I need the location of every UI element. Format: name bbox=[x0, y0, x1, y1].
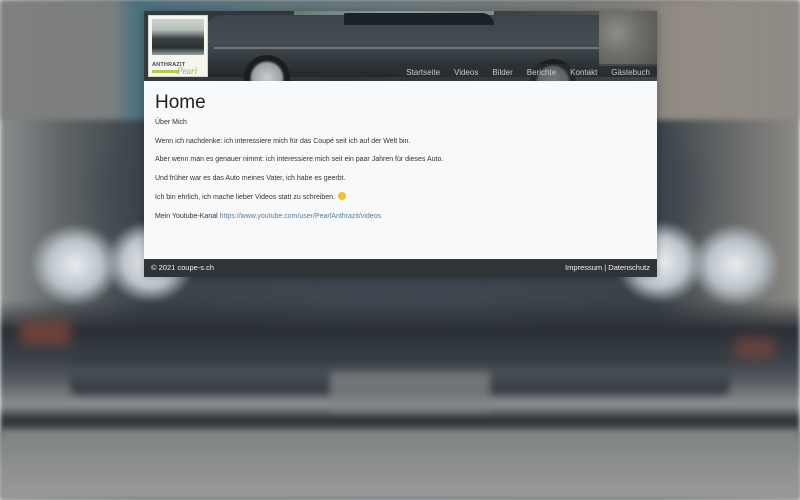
banner-car-line bbox=[214, 47, 634, 49]
nav-item-gaestebuch[interactable]: Gästebuch bbox=[604, 64, 657, 81]
nav-item-kontakt[interactable]: Kontakt bbox=[563, 64, 604, 81]
youtube-paragraph: Mein Youtube-Kanal https://www.youtube.c… bbox=[155, 212, 646, 222]
site-logo[interactable]: ANTHRAZIT Pearl bbox=[148, 15, 208, 77]
header-banner: ANTHRAZIT Pearl Startseite Videos Bilder… bbox=[144, 11, 657, 81]
page-title: Home bbox=[155, 92, 206, 113]
footer-separator: | bbox=[604, 263, 607, 272]
smile-emoji-icon bbox=[337, 192, 346, 200]
background-ground bbox=[0, 430, 800, 500]
paragraph-3: Und früher war es das Auto meines Vater,… bbox=[155, 174, 346, 182]
background-plate bbox=[330, 372, 490, 410]
paragraph-4-text: Ich bin ehrlich, ich mache lieber Videos… bbox=[155, 194, 336, 201]
datenschutz-link[interactable]: Datenschutz bbox=[608, 263, 650, 272]
paragraph-4: Ich bin ehrlich, ich mache lieber Videos… bbox=[155, 192, 646, 203]
main-content: Home Über Mich Wenn ich nachdenke: ich i… bbox=[144, 81, 657, 259]
paragraph-1: Wenn ich nachdenke: ich interessiere mic… bbox=[155, 137, 411, 145]
nav-item-videos[interactable]: Videos bbox=[447, 64, 485, 81]
youtube-label: Mein Youtube-Kanal bbox=[155, 212, 218, 220]
background-light-right bbox=[735, 338, 775, 358]
banner-car-window bbox=[344, 13, 494, 25]
site-container: ANTHRAZIT Pearl Startseite Videos Bilder… bbox=[144, 11, 657, 277]
page-subtitle: Über Mich bbox=[155, 119, 187, 126]
nav-item-berichte[interactable]: Berichte bbox=[520, 64, 563, 81]
background-light-left bbox=[20, 320, 70, 345]
footer-copyright: © 2021 coupe-s.ch bbox=[151, 263, 215, 272]
nav-item-bilder[interactable]: Bilder bbox=[485, 64, 519, 81]
impressum-link[interactable]: Impressum bbox=[565, 263, 602, 272]
paragraph-2: Aber wenn man es genauer nimmt: ich inte… bbox=[155, 156, 444, 163]
logo-photo bbox=[152, 19, 204, 55]
logo-script: Pearl bbox=[177, 66, 197, 76]
logo-accent-bar bbox=[152, 70, 178, 73]
footer: © 2021 coupe-s.ch Impressum | Datenschut… bbox=[144, 259, 657, 277]
youtube-link[interactable]: https://www.youtube.com/user/PearlAnthra… bbox=[220, 213, 381, 220]
banner-gravel bbox=[599, 11, 657, 66]
footer-links: Impressum | Datenschutz bbox=[565, 259, 650, 277]
main-nav: Startseite Videos Bilder Berichte Kontak… bbox=[399, 64, 657, 81]
nav-item-startseite[interactable]: Startseite bbox=[399, 64, 447, 81]
